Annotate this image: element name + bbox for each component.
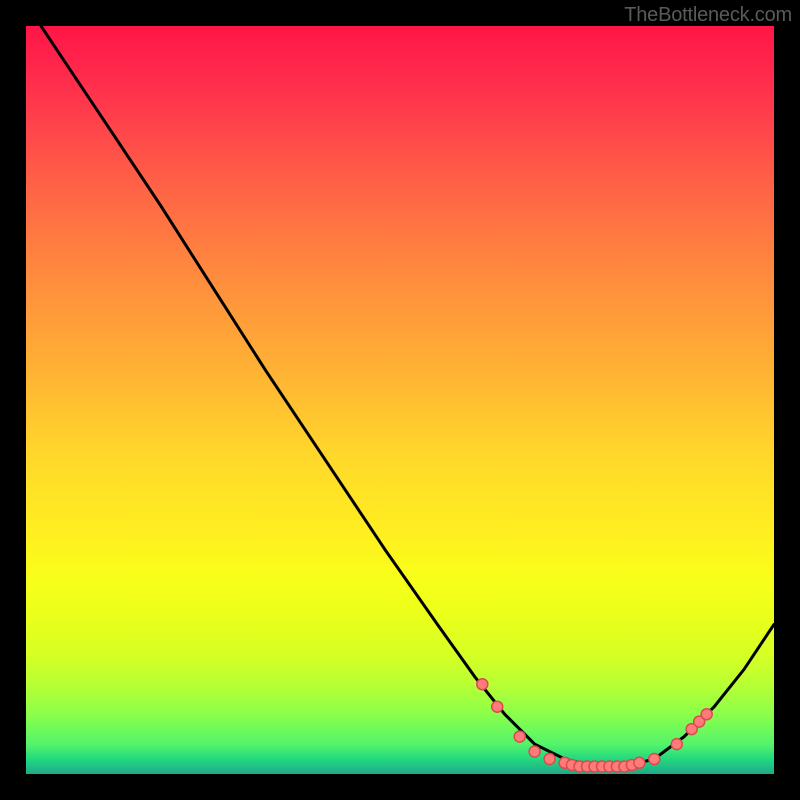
chart-svg <box>26 26 774 774</box>
watermark-text: TheBottleneck.com <box>624 4 792 27</box>
bottleneck-curve <box>41 26 774 767</box>
curve-marker <box>477 679 488 690</box>
curve-marker <box>649 754 660 765</box>
curve-marker <box>701 709 712 720</box>
curve-marker <box>671 739 682 750</box>
curve-marker <box>634 757 645 768</box>
curve-marker <box>514 731 525 742</box>
chart-frame: TheBottleneck.com <box>0 0 800 800</box>
curve-marker <box>492 701 503 712</box>
curve-marker <box>544 754 555 765</box>
marker-group <box>477 679 712 772</box>
curve-marker <box>529 746 540 757</box>
plot-area <box>26 26 774 774</box>
